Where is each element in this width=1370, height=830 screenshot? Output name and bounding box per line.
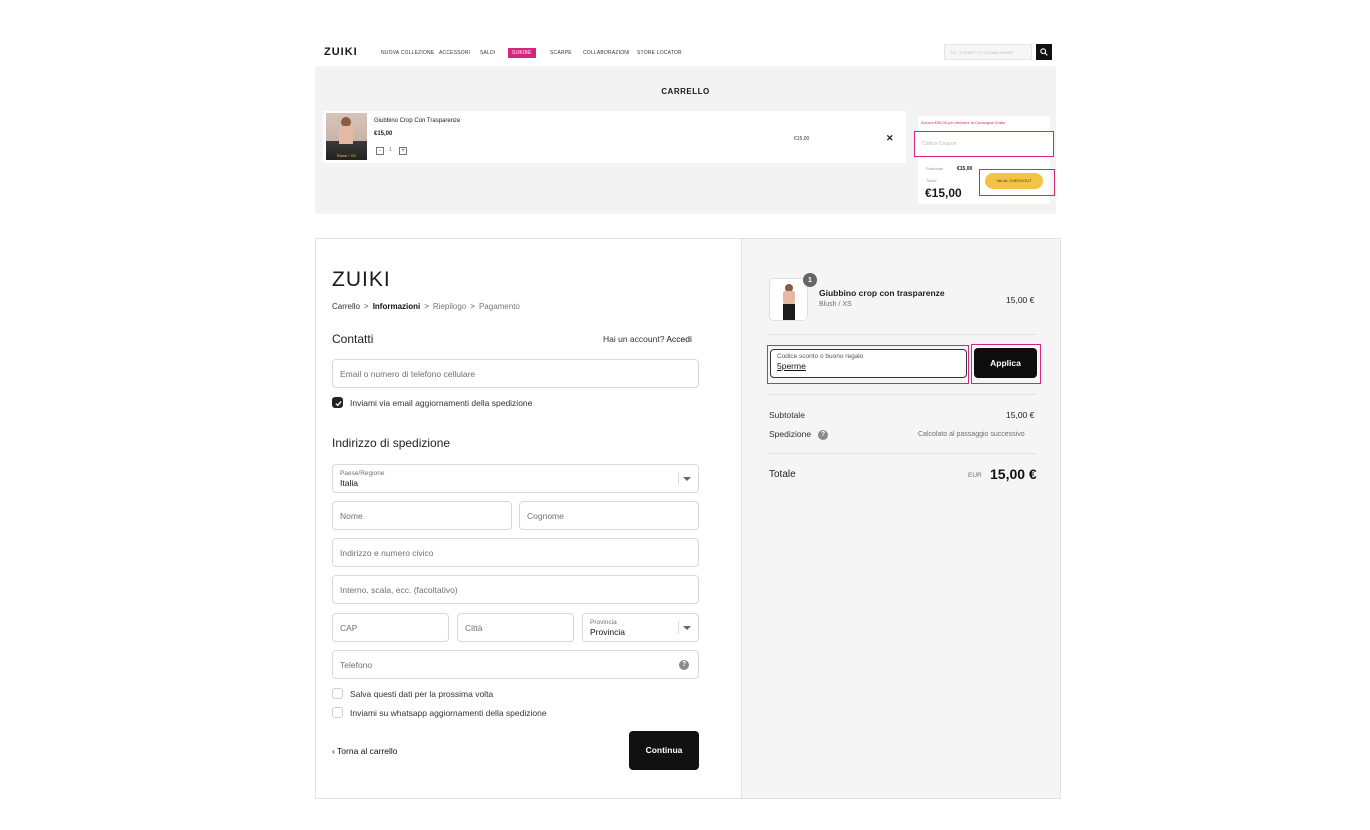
summary-item-image <box>769 278 808 321</box>
continue-button[interactable]: Continua <box>629 731 699 770</box>
contact-section-title: Contatti <box>332 332 374 346</box>
summary-item-name: Giubbino crop con trasparenze <box>819 288 945 298</box>
summary-total-label: Totale <box>769 469 796 480</box>
qty-decrease-button[interactable]: - <box>376 147 384 155</box>
apply-discount-button[interactable]: Applica <box>974 348 1037 378</box>
last-name-field[interactable]: Cognome <box>519 501 699 530</box>
summary-qty-badge: 1 <box>803 273 817 287</box>
cart-subtotal-value: €15,00 <box>957 166 973 172</box>
phone-placeholder: Telefono <box>340 659 373 670</box>
nav-item-collaborazioni[interactable]: COLLABORAZIONI <box>583 50 630 56</box>
province-select[interactable]: Provincia Provincia <box>582 613 699 642</box>
summary-total-value: 15,00 € <box>990 466 1037 482</box>
province-value: Provincia <box>590 626 625 637</box>
breadcrumb-cart[interactable]: Carrello <box>332 302 360 311</box>
check-icon <box>335 400 342 407</box>
country-select[interactable]: Paese/Regione Italia <box>332 464 699 493</box>
chevron-down-icon <box>683 625 691 630</box>
newsletter-label: Inviami via email aggiornamenti della sp… <box>350 398 533 408</box>
summary-divider <box>769 334 1037 335</box>
qty-increase-button[interactable]: + <box>399 147 407 155</box>
cart-total-value: €15,00 <box>925 186 962 200</box>
checkout-button[interactable]: VAI AL CHECKOUT <box>985 173 1043 189</box>
nav-item-accessori[interactable]: ACCESSORI <box>439 50 470 56</box>
shipping-help-icon[interactable]: ? <box>818 430 828 440</box>
summary-item-price: 15,00 € <box>1006 295 1035 305</box>
cart-total-label: Totale <box>926 178 937 183</box>
discount-code-field[interactable]: Codice sconto o buono regalo 5perme <box>770 349 967 378</box>
phone-help-icon[interactable]: ? <box>679 660 689 670</box>
whatsapp-checkbox[interactable] <box>332 707 343 718</box>
apartment-field[interactable]: Interno, scala, ecc. (facoltativo) <box>332 575 699 604</box>
phone-field[interactable]: Telefono <box>332 650 699 679</box>
newsletter-checkbox[interactable] <box>332 397 343 408</box>
store-search-button[interactable] <box>1036 44 1052 60</box>
chevron-down-icon <box>683 476 691 481</box>
account-prompt-text: Hai un account? <box>603 334 665 344</box>
breadcrumb-information: Informazioni <box>372 302 421 311</box>
checkout-logo[interactable]: ZUIKI <box>332 268 391 292</box>
nav-item-store-locator[interactable]: STORE LOCATOR <box>637 50 682 56</box>
summary-divider <box>769 394 1037 395</box>
back-to-cart-link[interactable]: ‹ Torna al carrello <box>332 746 398 756</box>
cart-title: CARRELLO <box>661 87 710 96</box>
breadcrumb-review: Riepilogo <box>432 302 467 311</box>
store-search-input[interactable]: ES. "T-SHIRT" O "GONNA VERDE" <box>944 44 1032 60</box>
province-label: Provincia <box>590 618 617 626</box>
breadcrumb: Carrello > Informazioni > Riepilogo > Pagament… <box>332 302 524 311</box>
address-field[interactable]: Indirizzo e numero civico <box>332 538 699 567</box>
remove-item-close-icon[interactable]: ✕ <box>886 133 894 144</box>
summary-item-variant: Blush / XS <box>819 301 852 308</box>
whatsapp-label: Inviami su whatsapp aggiornamenti della … <box>350 708 547 718</box>
cart-subtotal-label: Subtotale <box>926 166 943 171</box>
free-shipping-message: Ancora €35,00 per ottenere la Consegna G… <box>921 120 1006 125</box>
coupon-input[interactable]: Codice Coupon <box>914 131 1054 157</box>
breadcrumb-separator: > <box>424 302 429 311</box>
cart-item-name[interactable]: Giubbino Crop Con Trasparenze <box>374 118 460 124</box>
summary-shipping-value: Calcolato al passaggio successivo <box>918 431 1025 438</box>
email-field[interactable]: Email o numero di telefono cellulare <box>332 359 699 388</box>
nav-item-nuova-collezione[interactable]: NUOVA COLLEZIONE <box>381 50 434 56</box>
summary-divider <box>769 453 1037 454</box>
breadcrumb-separator: > <box>470 302 475 311</box>
summary-subtotal-label: Subtotale <box>769 410 805 420</box>
discount-code-label: Codice sconto o buono regalo <box>777 353 864 360</box>
zip-field[interactable]: CAP <box>332 613 449 642</box>
cart-item-qty: 1 <box>389 147 392 153</box>
nav-item-scarpe[interactable]: SCARPE <box>550 50 572 56</box>
first-name-field[interactable]: Nome <box>332 501 512 530</box>
save-info-checkbox[interactable] <box>332 688 343 699</box>
breadcrumb-separator: > <box>364 302 369 311</box>
cart-item-price: €15,00 <box>374 131 393 137</box>
city-field[interactable]: Città <box>457 613 574 642</box>
cart-item-image[interactable]: Blush / XS <box>326 113 367 160</box>
summary-currency: EUR <box>968 472 982 479</box>
cart-item-variant-tag: Blush / XS <box>337 153 356 158</box>
store-logo[interactable]: ZUIKI <box>324 46 358 58</box>
breadcrumb-payment: Pagamento <box>478 302 520 311</box>
save-info-label: Salva questi dati per la prossima volta <box>350 689 494 699</box>
summary-shipping-label: Spedizione <box>769 429 812 439</box>
order-summary-panel <box>741 239 1060 798</box>
country-value: Italia <box>340 477 358 488</box>
account-prompt: Hai un account? Accedi <box>603 334 692 344</box>
cart-line-price: €15,00 <box>794 136 810 142</box>
login-link[interactable]: Accedi <box>666 334 692 344</box>
summary-subtotal-value: 15,00 € <box>1006 410 1035 420</box>
nav-item-sukibe[interactable]: SUKIBE <box>508 48 536 58</box>
country-label: Paese/Regione <box>340 469 385 477</box>
search-icon <box>1040 48 1048 56</box>
nav-item-saldi[interactable]: SALDI <box>480 50 495 56</box>
discount-code-value: 5perme <box>777 361 806 371</box>
shipping-section-title: Indirizzo di spedizione <box>332 436 451 450</box>
